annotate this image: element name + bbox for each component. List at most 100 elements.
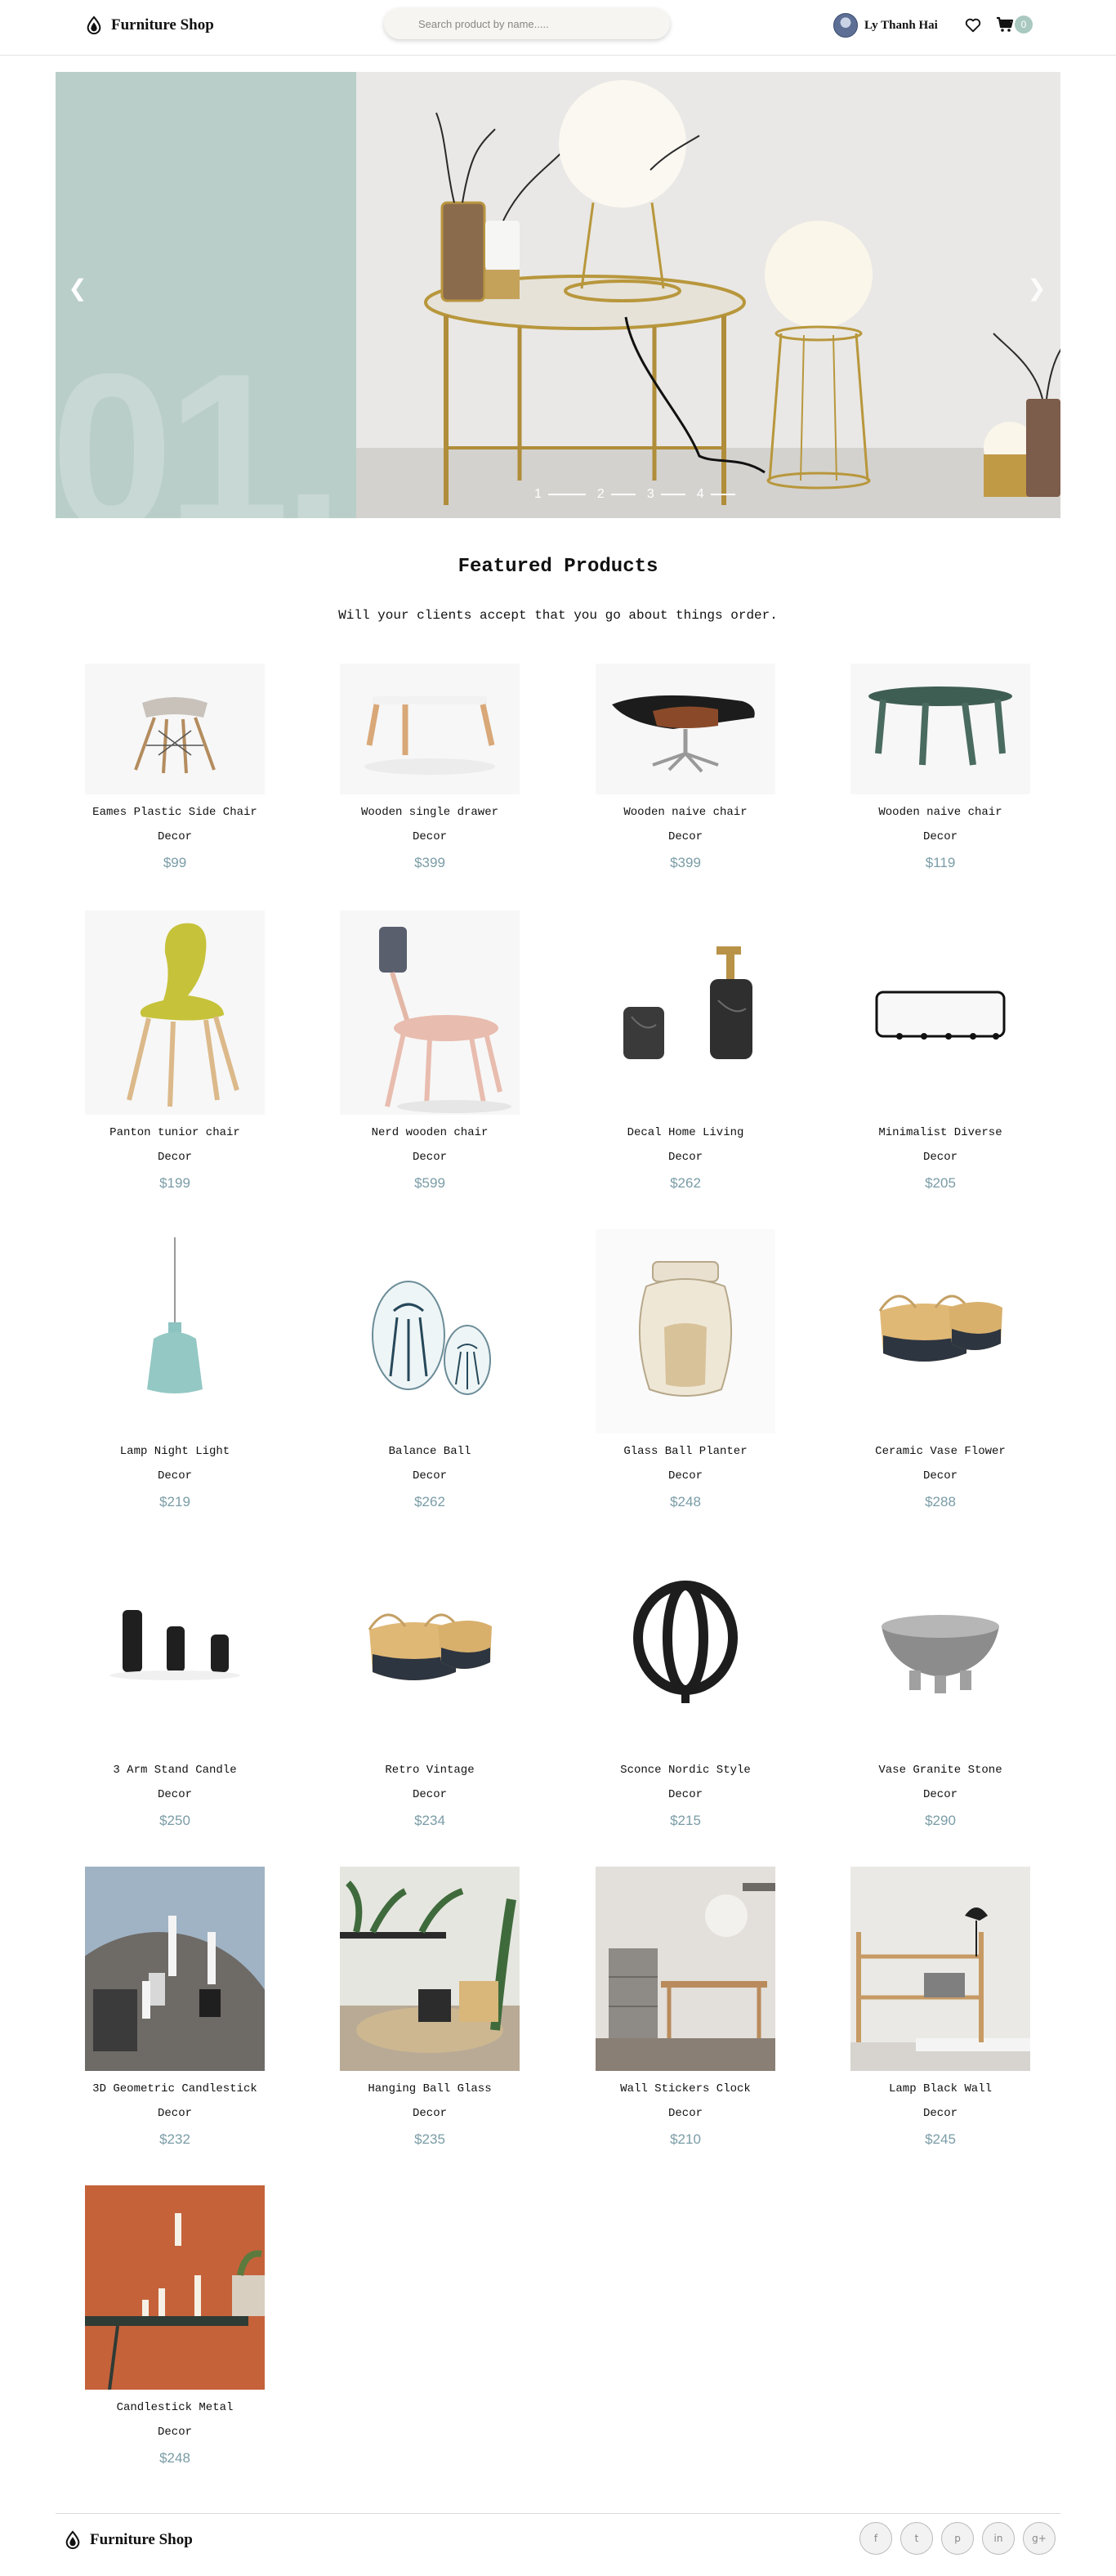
footer-brand-link[interactable]: Furniture Shop (64, 2530, 193, 2550)
product-card[interactable]: Sconce Nordic Style Decor $215 (596, 1548, 775, 1829)
product-name[interactable]: Balance Ball (340, 1445, 520, 1458)
product-image[interactable] (340, 910, 520, 1115)
product-card[interactable]: Hanging Ball Glass Decor $235 (340, 1867, 520, 2148)
product-card[interactable]: Lamp Black Wall Decor $245 (850, 1867, 1030, 2148)
product-name[interactable]: Lamp Black Wall (850, 2082, 1030, 2095)
product-name[interactable]: Glass Ball Planter (596, 1445, 775, 1458)
product-image[interactable] (85, 2185, 265, 2390)
product-name[interactable]: Wooden naive chair (850, 806, 1030, 819)
product-image[interactable] (85, 910, 265, 1115)
product-name[interactable]: Wooden single drawer (340, 806, 520, 819)
product-card[interactable]: Wooden naive chair Decor $399 (596, 664, 775, 871)
product-image[interactable] (340, 664, 520, 794)
product-card[interactable]: Candlestick Metal Decor $248 (85, 2185, 265, 2466)
product-name[interactable]: Wooden naive chair (596, 806, 775, 819)
product-name[interactable]: Lamp Night Light (85, 1445, 265, 1458)
product-name[interactable]: Minimalist Diverse (850, 1126, 1030, 1139)
product-name[interactable]: 3 Arm Stand Candle (85, 1764, 265, 1777)
product-category: Decor (667, 1788, 703, 1801)
product-image[interactable] (340, 1229, 520, 1433)
google-plus-icon[interactable]: g+ (1023, 2522, 1056, 2555)
product-image[interactable] (596, 1229, 775, 1433)
product-name[interactable]: Retro Vintage (340, 1764, 520, 1777)
user-menu[interactable]: Ly Thanh Hai (833, 13, 938, 38)
product-image[interactable] (340, 1548, 520, 1752)
product-price: $99 (163, 855, 187, 870)
hero-dot-4[interactable]: 4 (697, 487, 735, 502)
product-price: $262 (414, 1494, 445, 1509)
product-image[interactable] (850, 664, 1030, 794)
product-card[interactable]: Balance Ball Decor $262 (340, 1229, 520, 1510)
search-input[interactable] (418, 17, 647, 30)
product-card[interactable]: Decal Home Living Decor $262 (596, 910, 775, 1192)
product-image[interactable] (596, 1867, 775, 2071)
product-card[interactable]: Minimalist Diverse Decor $205 (850, 910, 1030, 1192)
section-title: Featured Products (458, 556, 658, 578)
product-name[interactable]: Decal Home Living (596, 1126, 775, 1139)
product-name[interactable]: Wall Stickers Clock (596, 2082, 775, 2095)
product-name[interactable]: Panton tunior chair (85, 1126, 265, 1139)
product-price: $234 (414, 1813, 445, 1828)
drop-logo-icon (65, 2530, 80, 2550)
product-card[interactable]: Glass Ball Planter Decor $248 (596, 1229, 775, 1510)
heart-icon[interactable] (964, 16, 982, 34)
product-image[interactable] (596, 1548, 775, 1752)
product-image[interactable] (850, 1548, 1030, 1752)
hero-dot-label: 3 (646, 487, 654, 501)
brand-link[interactable]: Furniture Shop (85, 16, 214, 35)
hero-next-arrow[interactable]: ❯ (1024, 276, 1049, 301)
product-card[interactable]: Wall Stickers Clock Decor $210 (596, 1867, 775, 2148)
product-image[interactable] (85, 1548, 265, 1752)
product-name[interactable]: Candlestick Metal (85, 2401, 265, 2414)
product-card[interactable]: Panton tunior chair Decor $199 (85, 910, 265, 1192)
product-card[interactable]: 3D Geometric Candlestick Decor $232 (85, 1867, 265, 2148)
product-name[interactable]: Nerd wooden chair (340, 1126, 520, 1139)
product-price: $119 (925, 855, 956, 870)
product-image[interactable] (85, 1867, 265, 2071)
hero-prev-arrow[interactable]: ❮ (65, 276, 90, 301)
product-category: Decor (157, 830, 192, 843)
product-card[interactable]: Lamp Night Light Decor $219 (85, 1229, 265, 1510)
product-image[interactable] (596, 910, 775, 1115)
hero-dot-label: 2 (596, 487, 605, 501)
product-image[interactable] (850, 1867, 1030, 2071)
product-price: $219 (159, 1494, 190, 1509)
hero-dot-3[interactable]: 3 (647, 487, 685, 502)
product-name[interactable]: Ceramic Vase Flower (850, 1445, 1030, 1458)
facebook-icon[interactable]: f (859, 2522, 892, 2555)
hero-slide-number: 01. (56, 329, 344, 519)
product-price: $399 (414, 855, 445, 870)
hero-dot-1[interactable]: 1 (534, 487, 586, 502)
hero-dot-2[interactable]: 2 (597, 487, 636, 502)
product-image[interactable] (596, 664, 775, 794)
linkedin-icon[interactable]: in (982, 2522, 1015, 2555)
product-name[interactable]: Vase Granite Stone (850, 1764, 1030, 1777)
twitter-icon[interactable]: t (900, 2522, 933, 2555)
product-image[interactable] (340, 1867, 520, 2071)
product-image[interactable] (85, 664, 265, 794)
product-category: Decor (922, 1151, 958, 1164)
footer-divider (56, 2513, 1060, 2514)
product-card[interactable]: 3 Arm Stand Candle Decor $250 (85, 1548, 265, 1829)
product-card[interactable]: Ceramic Vase Flower Decor $288 (850, 1229, 1030, 1510)
product-image[interactable] (850, 1229, 1030, 1433)
product-image[interactable] (850, 910, 1030, 1115)
pinterest-icon[interactable]: p (941, 2522, 974, 2555)
product-card[interactable]: Retro Vintage Decor $234 (340, 1548, 520, 1829)
product-image[interactable] (85, 1229, 265, 1433)
cart-icon[interactable] (995, 15, 1015, 34)
product-card[interactable]: Nerd wooden chair Decor $599 (340, 910, 520, 1192)
product-price: $235 (414, 2131, 445, 2147)
product-card[interactable]: Vase Granite Stone Decor $290 (850, 1548, 1030, 1829)
product-category: Decor (922, 830, 958, 843)
product-category: Decor (157, 2107, 192, 2120)
product-name[interactable]: 3D Geometric Candlestick (85, 2082, 265, 2095)
product-name[interactable]: Eames Plastic Side Chair (85, 806, 265, 819)
search-bar (384, 8, 670, 39)
product-card[interactable]: Wooden naive chair Decor $119 (850, 664, 1030, 871)
product-card[interactable]: Eames Plastic Side Chair Decor $99 (85, 664, 265, 871)
product-card[interactable]: Wooden single drawer Decor $399 (340, 664, 520, 871)
product-price: $232 (159, 2131, 190, 2147)
product-name[interactable]: Hanging Ball Glass (340, 2082, 520, 2095)
product-name[interactable]: Sconce Nordic Style (596, 1764, 775, 1777)
